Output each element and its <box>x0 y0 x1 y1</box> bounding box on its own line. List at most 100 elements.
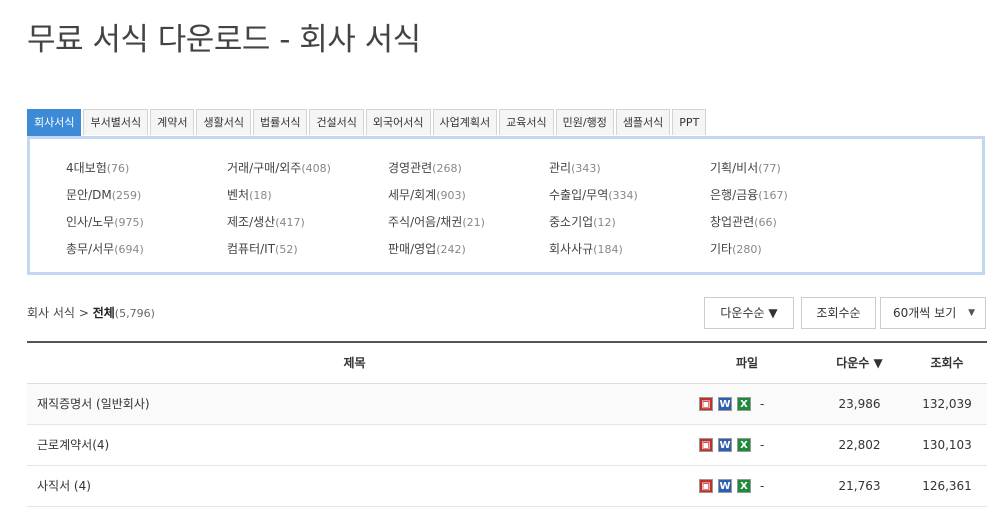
category-link[interactable]: 주식/어음/채권(21) <box>388 213 549 240</box>
category-link[interactable]: 창업관련(66) <box>710 213 871 240</box>
tab-department[interactable]: 부서별서식 <box>83 109 149 135</box>
category-link[interactable]: 세무/회계(903) <box>388 186 549 213</box>
breadcrumb-current: 전체 <box>92 306 115 320</box>
breadcrumb-separator: > <box>78 306 89 320</box>
category-box: 4대보험(76) 거래/구매/외주(408) 경영관련(268) 관리(343)… <box>27 136 985 275</box>
category-link[interactable]: 총무/서무(694) <box>66 240 227 267</box>
header-file: 파일 <box>735 356 759 370</box>
category-count: (259) <box>111 189 142 202</box>
sort-downloads-button[interactable]: 다운수순 ▼ <box>704 297 794 329</box>
header-title: 제목 <box>343 356 366 370</box>
category-link[interactable]: 판매/영업(242) <box>388 240 549 267</box>
category-link[interactable]: 인사/노무(975) <box>66 213 227 240</box>
tab-law[interactable]: 법률서식 <box>252 109 308 135</box>
table-row: 사직서 (4) ▣ W X - 21,763 126,361 <box>27 466 987 507</box>
category-link[interactable]: 4대보험(76) <box>66 159 227 186</box>
category-row: 총무/서무(694) 컴퓨터/IT(52) 판매/영업(242) 회사사규(18… <box>66 240 966 267</box>
tab-contract[interactable]: 계약서 <box>150 109 195 135</box>
category-name: 주식/어음/채권 <box>388 215 463 229</box>
category-count: (76) <box>106 162 130 175</box>
sort-views-label: 조회수순 <box>816 306 861 320</box>
category-name: 컴퓨터/IT <box>227 242 276 256</box>
category-link[interactable]: 컴퓨터/IT(52) <box>227 240 388 267</box>
word-icon[interactable]: W <box>718 438 732 452</box>
breadcrumb-parent[interactable]: 회사 서식 <box>27 306 75 320</box>
category-tabs: 회사서식 부서별서식 계약서 생활서식 법률서식 건설서식 외국어서식 사업계획… <box>27 109 708 136</box>
category-count: (21) <box>462 216 485 229</box>
pdf-icon[interactable]: ▣ <box>699 479 713 493</box>
tab-life[interactable]: 생활서식 <box>196 109 251 135</box>
row-extra: - <box>760 397 765 411</box>
category-count: (268) <box>432 162 462 175</box>
header-downloads-label: 다운수 <box>836 356 870 370</box>
category-count: (280) <box>732 243 762 256</box>
tab-construction[interactable]: 건설서식 <box>309 109 364 135</box>
dropdown-arrow-icon: ▼ <box>968 308 975 318</box>
pdf-icon[interactable]: ▣ <box>699 397 713 411</box>
forms-table: 제목 파일 다운수 ▼ 조회수 재직증명서 (일반회사) ▣ W X - 23,… <box>27 341 987 507</box>
category-link[interactable]: 거래/구매/외주(408) <box>227 159 388 186</box>
tab-civil[interactable]: 민원/행정 <box>555 109 614 135</box>
category-count: (408) <box>301 162 331 175</box>
category-name: 세무/회계 <box>388 188 437 202</box>
category-count: (903) <box>436 189 466 202</box>
category-name: 기획/비서 <box>710 161 759 175</box>
row-title[interactable]: 재직증명서 (일반회사) <box>27 384 682 424</box>
category-count: (12) <box>593 216 616 229</box>
excel-icon[interactable]: X <box>737 438 751 452</box>
pdf-icon[interactable]: ▣ <box>699 438 713 452</box>
header-downloads[interactable]: 다운수 ▼ <box>812 343 907 383</box>
word-icon[interactable]: W <box>718 397 732 411</box>
word-icon[interactable]: W <box>718 479 732 493</box>
category-link[interactable]: 은행/금융(167) <box>710 186 871 213</box>
tab-business-plan[interactable]: 사업계획서 <box>432 109 498 135</box>
category-link[interactable]: 제조/생산(417) <box>227 213 388 240</box>
row-files: ▣ W X - <box>682 384 812 424</box>
category-link[interactable]: 수출입/무역(334) <box>549 186 710 213</box>
sort-views-button[interactable]: 조회수순 <box>801 297 876 329</box>
tab-sample[interactable]: 샘플서식 <box>615 109 671 135</box>
category-link[interactable]: 관리(343) <box>549 159 710 186</box>
category-count: (167) <box>758 189 788 202</box>
sort-down-icon: ▼ <box>873 356 883 370</box>
category-link[interactable]: 문안/DM(259) <box>66 186 227 213</box>
category-link[interactable]: 벤처(18) <box>227 186 388 213</box>
row-title[interactable]: 근로계약서(4) <box>27 425 682 465</box>
breadcrumb-count: (5,796) <box>114 307 155 320</box>
category-count: (18) <box>249 189 272 202</box>
row-downloads: 21,763 <box>838 479 881 493</box>
category-count: (417) <box>275 216 305 229</box>
category-link[interactable]: 중소기업(12) <box>549 213 710 240</box>
per-page-select[interactable]: 60개씩 보기 ▼ <box>880 297 986 329</box>
category-name: 관리 <box>549 161 572 175</box>
row-downloads: 22,802 <box>838 438 881 452</box>
category-name: 창업관련 <box>710 215 755 229</box>
category-name: 기타 <box>710 242 733 256</box>
tab-ppt[interactable]: PPT <box>672 109 707 135</box>
category-count: (694) <box>114 243 144 256</box>
category-link[interactable]: 기획/비서(77) <box>710 159 871 186</box>
category-count: (343) <box>571 162 601 175</box>
category-link[interactable]: 경영관련(268) <box>388 159 549 186</box>
row-files: ▣ W X - <box>682 425 812 465</box>
category-name: 경영관련 <box>388 161 433 175</box>
category-name: 벤처 <box>227 188 250 202</box>
row-downloads: 23,986 <box>838 397 881 411</box>
tab-education[interactable]: 교육서식 <box>499 109 554 135</box>
category-grid: 4대보험(76) 거래/구매/외주(408) 경영관련(268) 관리(343)… <box>66 159 966 267</box>
excel-icon[interactable]: X <box>737 397 751 411</box>
category-count: (334) <box>608 189 638 202</box>
page-title: 무료 서식 다운로드 - 회사 서식 <box>27 22 421 58</box>
tab-company[interactable]: 회사서식 <box>27 109 82 136</box>
tab-foreign[interactable]: 외국어서식 <box>365 109 431 135</box>
row-title[interactable]: 사직서 (4) <box>27 466 682 506</box>
category-link[interactable]: 기타(280) <box>710 240 871 267</box>
category-name: 거래/구매/외주 <box>227 161 302 175</box>
category-name: 제조/생산 <box>227 215 276 229</box>
category-name: 인사/노무 <box>66 215 115 229</box>
header-views: 조회수 <box>930 356 964 370</box>
category-link[interactable]: 회사사규(184) <box>549 240 710 267</box>
row-files: ▣ W X - <box>682 466 812 506</box>
category-name: 문안/DM <box>66 188 112 202</box>
excel-icon[interactable]: X <box>737 479 751 493</box>
